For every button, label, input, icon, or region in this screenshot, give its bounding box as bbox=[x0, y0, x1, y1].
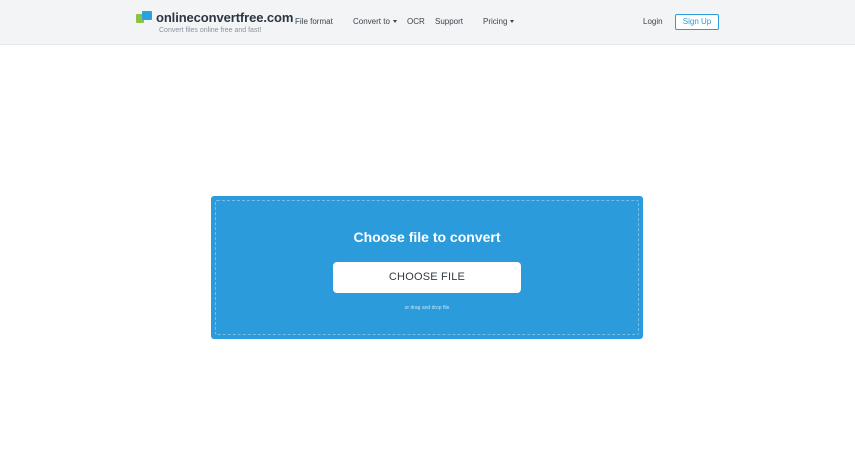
upload-title: Choose file to convert bbox=[353, 229, 501, 245]
drag-drop-hint: or drag and drop file bbox=[404, 305, 450, 311]
signup-button[interactable]: Sign Up bbox=[675, 14, 719, 30]
nav-file-format[interactable]: File format bbox=[295, 17, 333, 27]
site-logo[interactable]: onlineconvertfree.com Convert files onli… bbox=[136, 10, 293, 35]
site-header: onlineconvertfree.com Convert files onli… bbox=[0, 0, 855, 45]
choose-file-button[interactable]: CHOOSE FILE bbox=[333, 262, 521, 293]
chevron-down-icon bbox=[392, 20, 397, 24]
logo-mark-icon bbox=[136, 11, 152, 25]
chevron-down-icon bbox=[510, 20, 515, 24]
logo-name: onlineconvertfree.com bbox=[156, 10, 294, 25]
nav-ocr[interactable]: OCR bbox=[407, 17, 425, 27]
login-link[interactable]: Login bbox=[643, 17, 663, 27]
nav-support[interactable]: Support bbox=[435, 17, 463, 27]
nav-pricing-label: Pricing bbox=[483, 17, 508, 26]
nav-convert-to[interactable]: Convert to bbox=[353, 17, 397, 27]
nav-convert-to-label: Convert to bbox=[353, 17, 390, 26]
nav-pricing[interactable]: Pricing bbox=[483, 17, 515, 27]
logo-tagline: Convert files online free and fast! bbox=[159, 27, 262, 34]
